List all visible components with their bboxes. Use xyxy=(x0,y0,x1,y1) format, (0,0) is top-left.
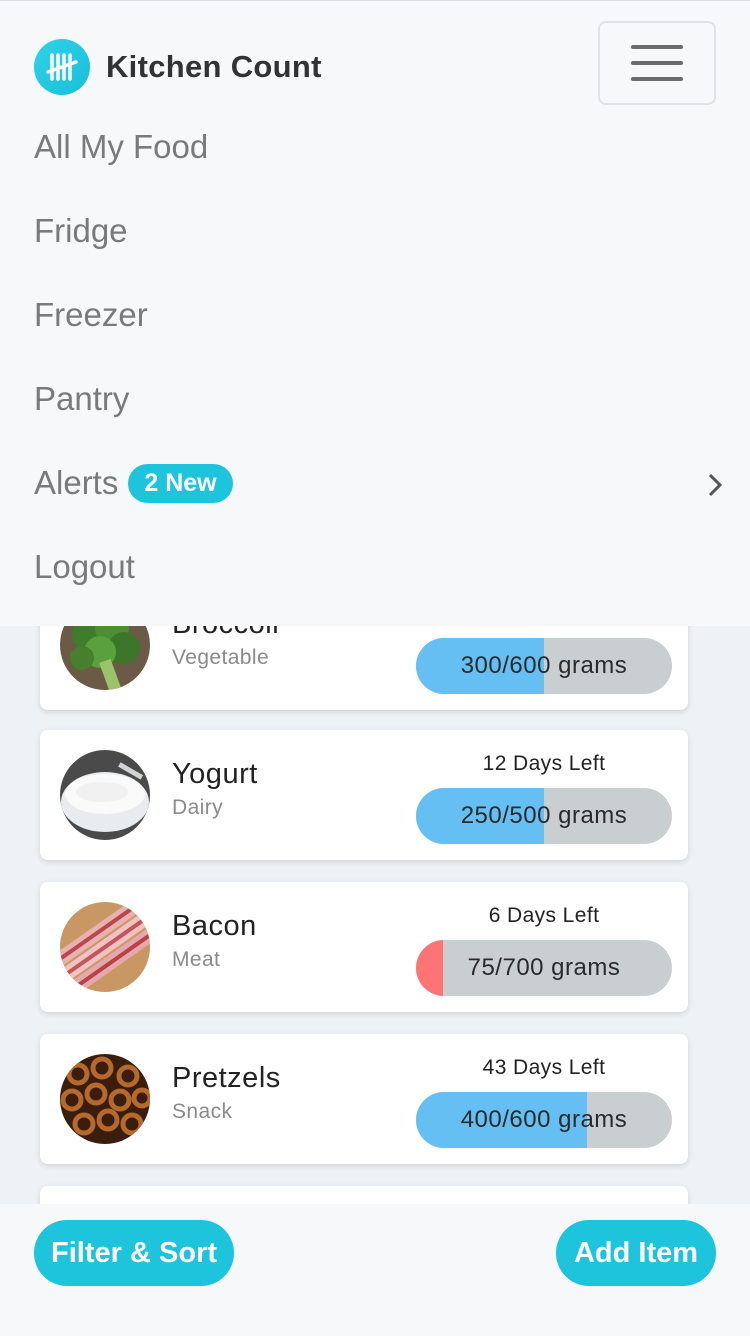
nav-item-pantry[interactable]: Pantry xyxy=(34,369,724,429)
quantity-meter: 250/500 grams xyxy=(416,788,672,844)
alerts-badge: 2 New xyxy=(128,463,233,503)
nav-item-label: Fridge xyxy=(34,212,128,249)
bacon-image xyxy=(60,902,150,992)
food-category: Snack xyxy=(172,1100,233,1123)
food-name: Bacon xyxy=(172,910,257,942)
brand[interactable]: Kitchen Count xyxy=(34,39,322,95)
days-left: 6 Days Left xyxy=(488,904,600,927)
nav-item-all-my-food[interactable]: All My Food xyxy=(34,117,724,177)
yogurt-image xyxy=(60,750,150,840)
chevron-right-icon xyxy=(706,469,724,507)
quantity-label: 400/600 grams xyxy=(460,1106,628,1133)
quantity-label: 300/600 grams xyxy=(460,652,628,679)
menu-toggle-button[interactable] xyxy=(598,21,716,105)
quantity-label: 250/500 grams xyxy=(460,802,628,829)
bottom-action-bar: Filter & Sort Add Item xyxy=(0,1204,750,1336)
food-category: Vegetable xyxy=(172,646,270,669)
food-category: Meat xyxy=(172,948,221,971)
nav-item-label: Freezer xyxy=(34,296,148,333)
nav-item-alerts[interactable]: Alerts 2 New xyxy=(34,453,724,513)
tally-marks-icon xyxy=(34,39,90,95)
filter-sort-button[interactable]: Filter & Sort xyxy=(34,1220,234,1286)
nav-item-label: Pantry xyxy=(34,380,130,417)
food-card[interactable]: Pretzels Snack 43 Days Left 400/600 gram… xyxy=(40,1034,688,1164)
food-name: Yogurt xyxy=(172,758,258,790)
nav-item-label: All My Food xyxy=(34,128,209,165)
quantity-meter: 300/600 grams xyxy=(416,638,672,694)
add-item-button[interactable]: Add Item xyxy=(556,1220,716,1286)
nav-item-label: Alerts xyxy=(34,464,119,501)
app-title: Kitchen Count xyxy=(106,49,322,84)
food-card[interactable]: Yogurt Dairy 12 Days Left 250/500 grams xyxy=(40,730,688,860)
navbar: Kitchen Count All My Food Fridge Freezer… xyxy=(0,0,750,626)
days-left: 43 Days Left xyxy=(482,1056,606,1079)
food-card[interactable]: Bacon Meat 6 Days Left 75/700 grams xyxy=(40,882,688,1012)
nav-item-freezer[interactable]: Freezer xyxy=(34,285,724,345)
quantity-label: 75/700 grams xyxy=(467,954,621,981)
pretzels-image xyxy=(60,1054,150,1144)
food-name: Pretzels xyxy=(172,1062,281,1094)
hamburger-icon xyxy=(631,45,683,49)
quantity-meter: 400/600 grams xyxy=(416,1092,672,1148)
nav-item-fridge[interactable]: Fridge xyxy=(34,201,724,261)
days-left: 12 Days Left xyxy=(482,752,606,775)
nav-item-label: Logout xyxy=(34,548,135,585)
food-category: Dairy xyxy=(172,796,224,819)
quantity-meter: 75/700 grams xyxy=(416,940,672,996)
nav-item-logout[interactable]: Logout xyxy=(34,537,724,597)
